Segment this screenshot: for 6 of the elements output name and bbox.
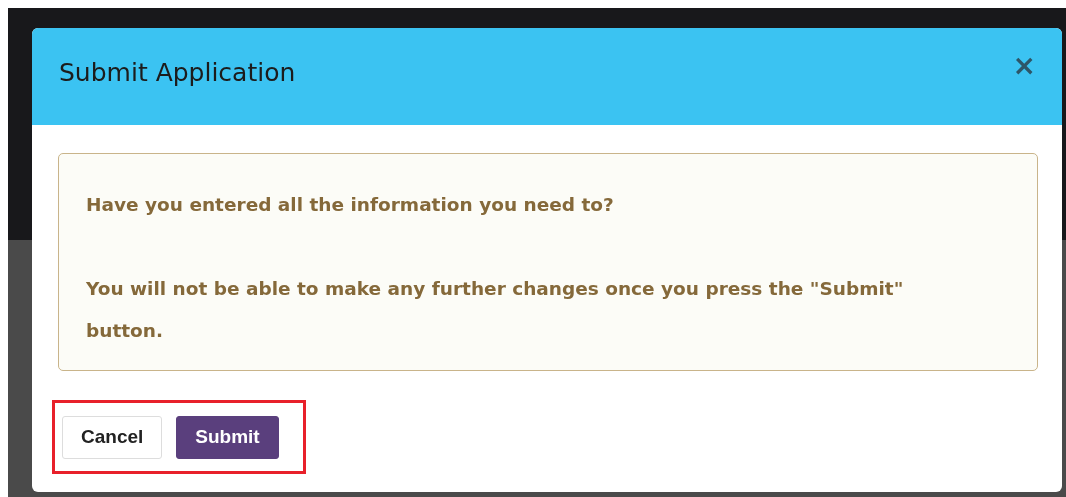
- alert-text: You will not be able to make any further changes once you press the "Submit" button.: [86, 277, 905, 343]
- alert-text: Have you entered all the information you need to?: [86, 193, 615, 217]
- modal-title: Submit Application: [59, 57, 296, 88]
- submit-button[interactable]: Submit: [176, 416, 279, 459]
- cancel-button[interactable]: Cancel: [62, 416, 163, 459]
- close-button[interactable]: ×: [1012, 51, 1036, 80]
